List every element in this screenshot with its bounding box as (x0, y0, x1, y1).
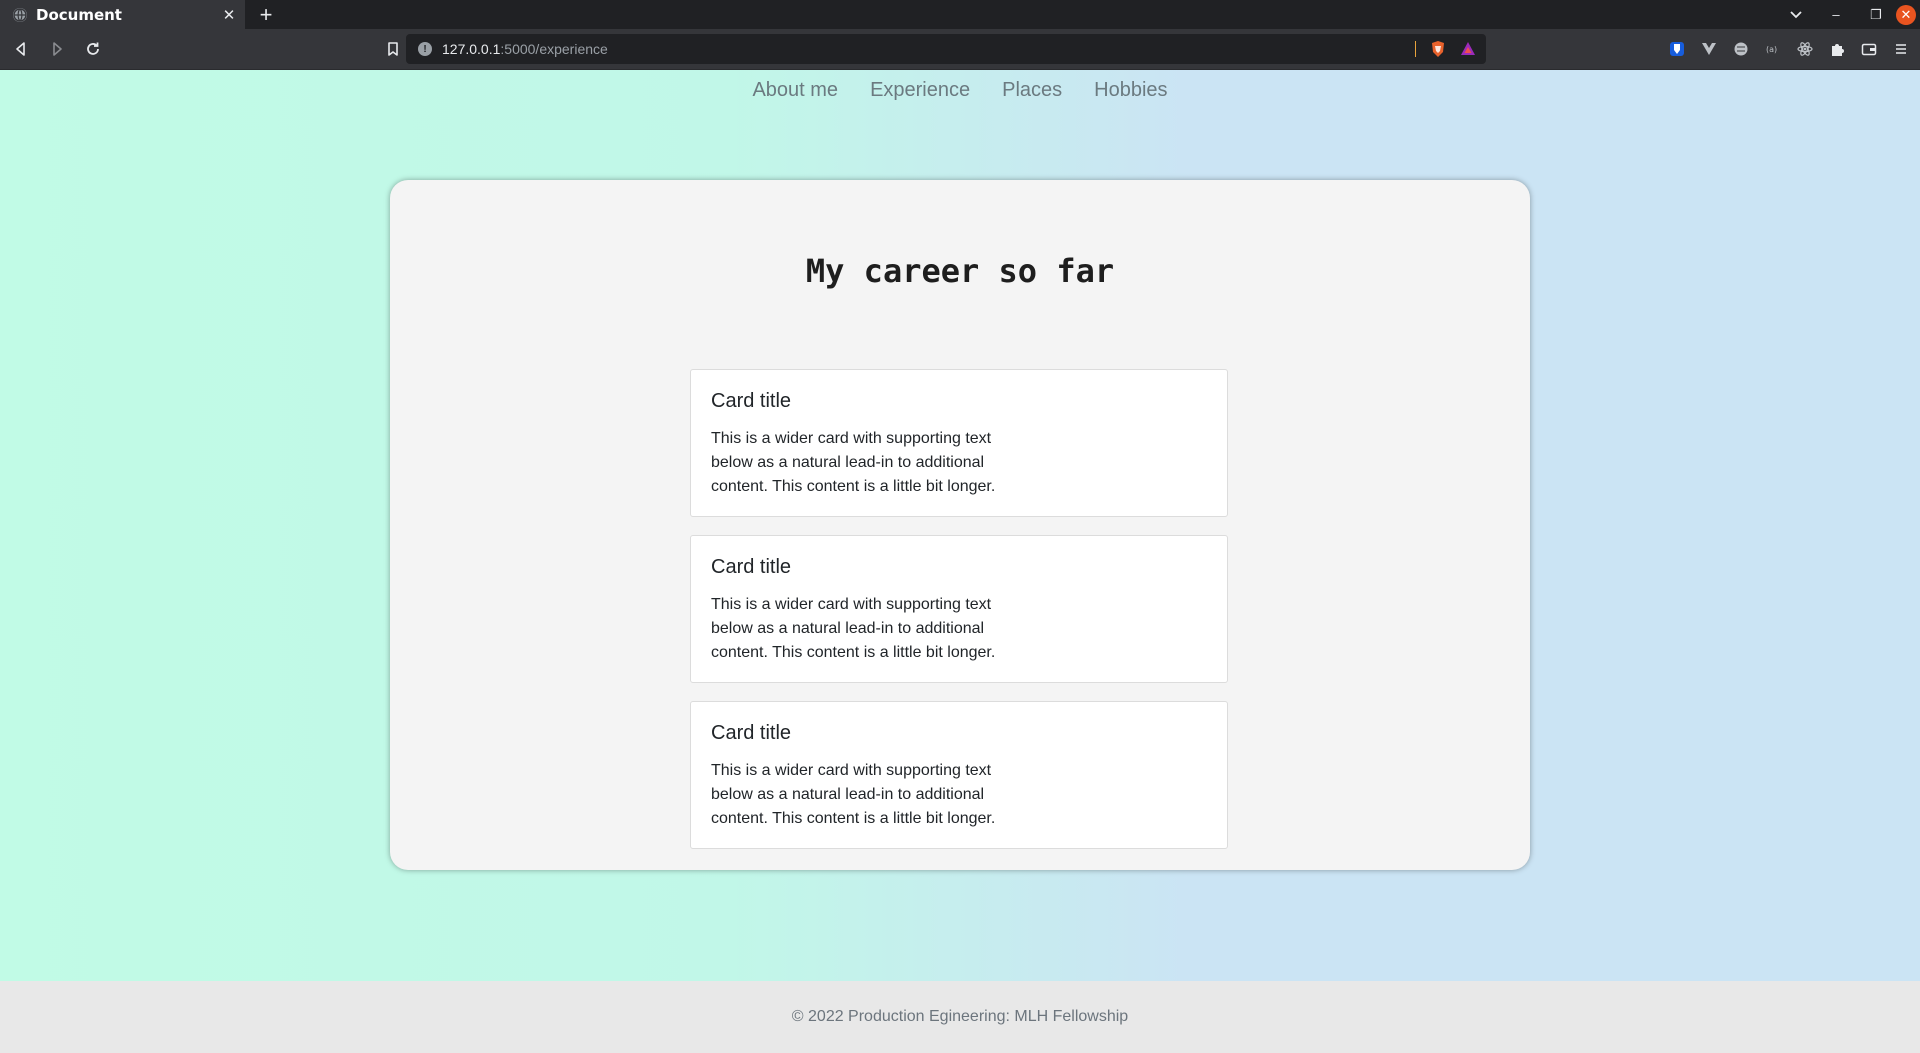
page-footer: © 2022 Production Egineering: MLH Fellow… (0, 981, 1920, 1053)
web-page: About me Experience Places Hobbies My ca… (0, 70, 1920, 1053)
wallet-icon[interactable] (1860, 40, 1878, 58)
bookmark-icon[interactable] (378, 34, 408, 64)
page-title: My career so far (805, 252, 1115, 290)
experience-card: Card title This is a wider card with sup… (690, 701, 1228, 849)
nav-link-experience[interactable]: Experience (870, 79, 970, 102)
new-tab-button[interactable]: + (253, 0, 279, 29)
url-separator (1415, 41, 1416, 57)
nav-link-hobbies[interactable]: Hobbies (1094, 79, 1167, 102)
nav-link-places[interactable]: Places (1002, 79, 1062, 102)
footer-copyright: © 2022 Production Egineering: MLH Fellow… (791, 1008, 1129, 1025)
window-controls: – ❐ ✕ (1776, 0, 1920, 29)
reload-icon[interactable] (78, 34, 108, 64)
minimize-button[interactable]: – (1816, 0, 1856, 29)
back-icon[interactable] (6, 34, 36, 64)
experience-card: Card title This is a wider card with sup… (690, 369, 1228, 517)
tab-close-icon[interactable]: ✕ (219, 6, 239, 24)
browser-toolbar: ! 127.0.0.1:5000/experience (a) (0, 29, 1920, 70)
card-text: This is a wider card with supporting tex… (711, 430, 996, 495)
extension-icons: (a) (1668, 34, 1910, 64)
extension-bracket-icon[interactable]: (a) (1764, 40, 1782, 58)
brave-rewards-icon[interactable] (1460, 41, 1476, 57)
card-text: This is a wider card with supporting tex… (711, 762, 996, 827)
tab-search-chevron-icon[interactable] (1776, 0, 1816, 29)
brave-shield-icon[interactable] (1430, 40, 1446, 58)
experience-card: Card title This is a wider card with sup… (690, 535, 1228, 683)
url-path: :5000/experience (500, 41, 608, 57)
browser-tab[interactable]: Document ✕ (0, 0, 245, 29)
extensions-puzzle-icon[interactable] (1828, 40, 1846, 58)
site-info-icon[interactable]: ! (418, 42, 432, 56)
browser-tab-bar: Document ✕ + – ❐ ✕ (0, 0, 1920, 29)
extension-globe-icon[interactable] (1732, 40, 1750, 58)
url-host: 127.0.0.1 (442, 41, 501, 57)
nav-link-about-me[interactable]: About me (752, 79, 838, 102)
address-bar[interactable]: ! 127.0.0.1:5000/experience (406, 34, 1486, 64)
card-title: Card title (711, 722, 792, 744)
restore-button[interactable]: ❐ (1856, 0, 1896, 29)
react-devtools-icon[interactable] (1796, 40, 1814, 58)
career-panel: My career so far Card title This is a wi… (390, 180, 1530, 870)
tab-title: Document (36, 5, 122, 24)
site-navigation: About me Experience Places Hobbies (0, 70, 1920, 110)
card-title: Card title (711, 556, 792, 578)
menu-icon[interactable] (1892, 40, 1910, 58)
close-window-button[interactable]: ✕ (1896, 4, 1916, 25)
card-title: Card title (711, 390, 792, 412)
vue-devtools-icon[interactable] (1700, 40, 1718, 58)
card-text: This is a wider card with supporting tex… (711, 596, 996, 661)
bitwarden-icon[interactable] (1668, 40, 1686, 58)
forward-icon[interactable] (42, 34, 72, 64)
svg-text:(a): (a) (1766, 45, 1777, 54)
globe-icon (13, 7, 27, 22)
